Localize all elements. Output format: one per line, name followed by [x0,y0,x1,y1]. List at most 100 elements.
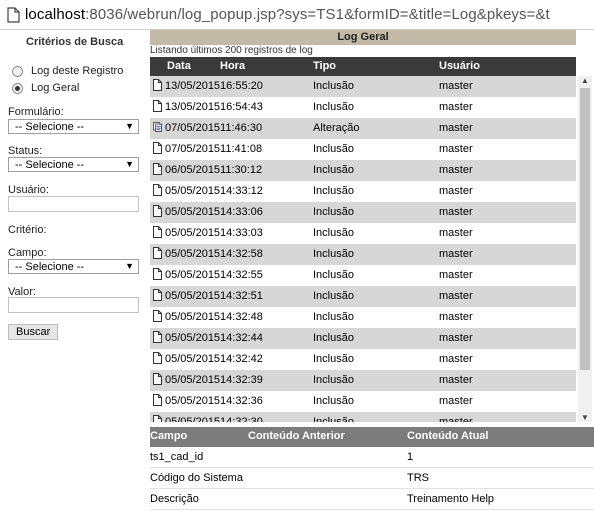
criteria-label: Critério: [8,224,47,236]
table-row[interactable]: 05/05/201514:33:03 Inclusão master [150,223,576,244]
status-select-value: -- Selecione -- [15,158,85,171]
document-icon [153,331,162,343]
table-row[interactable]: 06/05/201511:30:12 Inclusão master [150,160,576,181]
field-select[interactable]: -- Selecione -- ▼ [8,259,139,274]
row-type: Inclusão [313,332,354,344]
user-input[interactable] [8,196,139,212]
row-datetime: 05/05/201514:32:39 [165,374,263,386]
row-user: master [439,164,473,176]
status-select[interactable]: -- Selecione -- ▼ [8,157,139,172]
row-datetime: 05/05/201514:32:55 [165,269,263,281]
table-row[interactable]: 05/05/201514:32:36 Inclusão master [150,391,576,412]
field-select-value: -- Selecione -- [15,260,85,273]
row-type: Inclusão [313,290,354,302]
radio-log-record[interactable]: Log deste Registro [12,65,123,77]
row-user: master [439,395,473,407]
form-label: Formulário: [8,106,64,118]
chevron-down-icon: ▼ [125,159,134,169]
document-icon [153,100,162,112]
table-row[interactable]: 05/05/201514:33:12 Inclusão master [150,181,576,202]
document-icon [153,79,162,91]
page-icon [7,6,20,23]
table-row[interactable]: 05/05/201514:32:42 Inclusão master [150,349,576,370]
status-label: Status: [8,145,43,157]
column-previous: Conteúdo Anterior [248,430,345,442]
row-datetime: 13/05/201516:54:43 [165,101,263,113]
row-type: Inclusão [313,185,354,197]
row-datetime: 05/05/201514:32:36 [165,395,263,407]
field-label: Campo: [8,247,47,259]
search-criteria-sidebar: Critérios de Busca Log deste Registro Lo… [0,30,147,522]
detail-current: Treinamento Help [407,493,495,505]
url-host: localhost [25,6,86,23]
scrollbar-thumb[interactable] [580,88,590,370]
row-user: master [439,80,473,92]
document-icon [153,184,162,196]
form-select-value: -- Selecione -- [15,120,85,133]
detail-current: TRS [407,472,429,484]
column-field: Campo [150,430,188,442]
table-row[interactable]: 07/05/201511:41:08 Inclusão master [150,139,576,160]
scroll-down-icon[interactable]: ▼ [581,413,589,422]
table-row[interactable]: 05/05/201514:32:30 Inclusão master [150,412,576,422]
table-row[interactable]: 05/05/201514:33:06 Inclusão master [150,202,576,223]
row-datetime: 07/05/201511:41:08 [165,143,263,155]
row-type: Inclusão [313,206,354,218]
column-type[interactable]: Tipo [313,60,336,72]
value-input[interactable] [8,297,139,313]
column-time[interactable]: Hora [220,60,245,72]
scroll-up-icon[interactable]: ▲ [581,76,589,85]
panel-title: Log Geral [150,30,576,45]
detail-table-header: Campo Conteúdo Anterior Conteúdo Atual [150,427,594,447]
table-row[interactable]: 13/05/201516:55:20 Inclusão master [150,76,576,97]
url-path: :8036/webrun/log_popup.jsp?sys=TS1&formI… [85,6,550,23]
table-row[interactable]: 05/05/201514:32:51 Inclusão master [150,286,576,307]
detail-field: Descrição [150,493,199,505]
document-icon [153,142,162,154]
address-bar[interactable]: localhost:8036/webrun/log_popup.jsp?sys=… [0,0,594,30]
row-datetime: 05/05/201514:33:06 [165,206,263,218]
row-datetime: 05/05/201514:33:03 [165,227,263,239]
table-row[interactable]: 05/05/201514:32:48 Inclusão master [150,307,576,328]
vertical-scrollbar[interactable]: ▲ ▼ [578,76,592,422]
table-row[interactable]: 05/05/201514:32:55 Inclusão master [150,265,576,286]
table-row[interactable]: 05/05/201514:32:44 Inclusão master [150,328,576,349]
row-type: Inclusão [313,374,354,386]
edit-document-icon [153,122,162,132]
detail-field: ts1_cad_id [150,451,204,463]
row-datetime: 05/05/201514:32:48 [165,311,263,323]
row-user: master [439,248,473,260]
row-datetime: 07/05/201511:46:30 [165,122,263,134]
log-table-body: 13/05/201516:55:20 Inclusão master 13/05/20… [150,76,576,422]
table-row[interactable]: 05/05/201514:32:39 Inclusão master [150,370,576,391]
radio-button[interactable] [12,65,23,77]
column-date[interactable]: Data [167,60,191,72]
radio-log-general[interactable]: Log Geral [12,82,79,94]
row-datetime: 05/05/201514:33:12 [165,185,263,197]
document-icon [153,163,162,175]
row-datetime: 05/05/201514:32:44 [165,332,263,344]
column-current: Conteúdo Atual [407,430,489,442]
table-row[interactable]: 07/05/201511:46:30 Alteração master [150,118,576,139]
row-user: master [439,332,473,344]
radio-label: Log deste Registro [31,65,124,77]
row-type: Inclusão [313,416,354,422]
chevron-down-icon: ▼ [125,261,134,271]
log-table-header: Data Hora Tipo Usuário [150,57,576,76]
form-select[interactable]: -- Selecione -- ▼ [8,119,139,134]
row-user: master [439,290,473,302]
radio-button-checked[interactable] [12,82,23,94]
column-user[interactable]: Usuário [439,60,480,72]
document-icon [153,310,162,322]
row-type: Inclusão [313,80,354,92]
url-text[interactable]: localhost:8036/webrun/log_popup.jsp?sys=… [25,6,550,23]
detail-field: Código do Sistema [150,472,243,484]
search-button[interactable]: Buscar [8,324,59,340]
table-row[interactable]: 05/05/201514:32:58 Inclusão master [150,244,576,265]
row-type: Alteração [313,122,360,134]
table-row[interactable]: 13/05/201516:54:43 Inclusão master [150,97,576,118]
detail-current: 1 [407,451,414,463]
row-user: master [439,416,473,422]
row-datetime: 05/05/201514:32:58 [165,248,263,260]
document-icon [153,352,162,364]
